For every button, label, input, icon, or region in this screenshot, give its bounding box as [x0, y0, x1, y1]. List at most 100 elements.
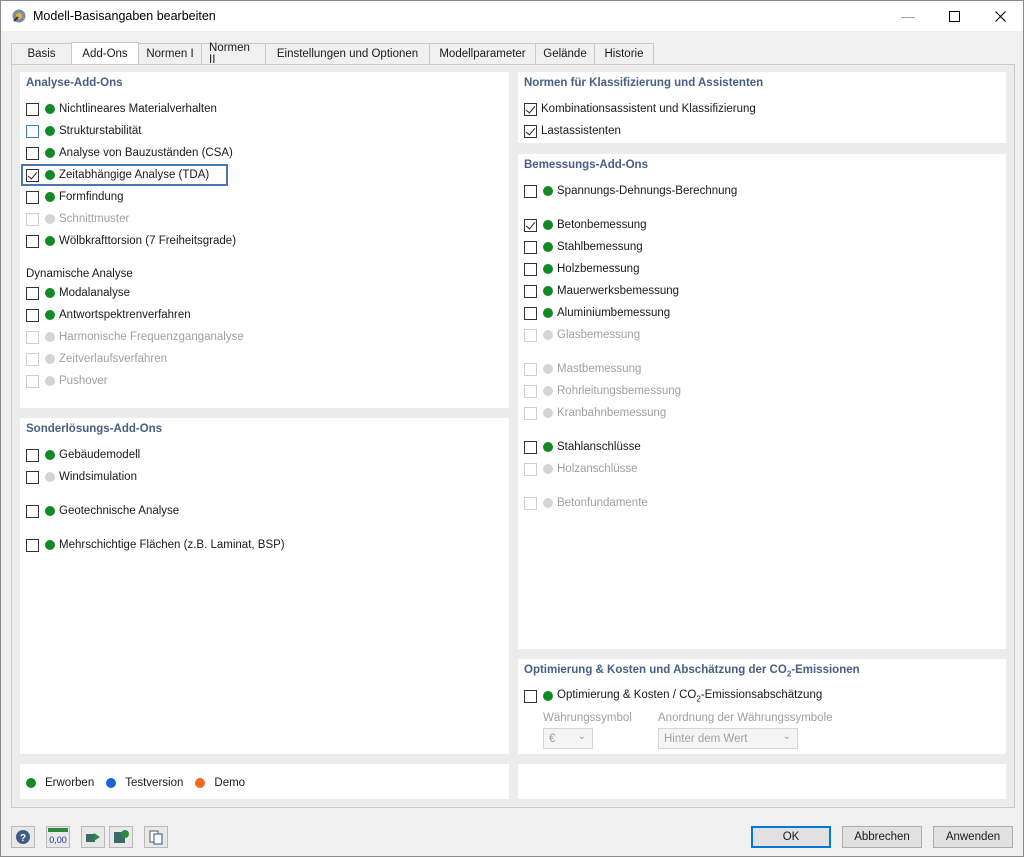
- addon-structural-stability[interactable]: Strukturstabilität: [26, 122, 141, 140]
- tab-panel-add-ons: Analyse-Add-Ons Nichtlineares Materialve…: [11, 64, 1015, 808]
- design-addons-panel: Bemessungs-Add-Ons Spannungs-Dehnungs-Be…: [518, 154, 1006, 649]
- norm-load-wizards[interactable]: Lastassistenten: [524, 122, 621, 140]
- addon-wind-simulation[interactable]: Windsimulation: [26, 468, 137, 486]
- status-dot: [45, 450, 55, 460]
- tab-modellparameter[interactable]: Modellparameter: [429, 43, 536, 64]
- checkbox[interactable]: [26, 504, 39, 518]
- status-dot: [543, 442, 553, 452]
- apply-button[interactable]: Anwenden: [933, 826, 1013, 848]
- addon-construction-stages[interactable]: Analyse von Bauzuständen (CSA): [26, 144, 233, 162]
- addon-timber-design[interactable]: Holzbemessung: [524, 260, 639, 278]
- addon-steel-joints[interactable]: Stahlanschlüsse: [524, 438, 641, 456]
- checkbox[interactable]: [26, 470, 39, 484]
- addon-concrete-design[interactable]: Betonbemessung: [524, 216, 647, 234]
- addon-crane-runway-design: Kranbahnbemessung: [524, 404, 666, 422]
- checkbox[interactable]: [524, 262, 537, 276]
- model-settings-icon[interactable]: [109, 826, 133, 848]
- checkbox[interactable]: [26, 168, 39, 182]
- addon-response-spectrum[interactable]: Antwortspektrenverfahren: [26, 306, 191, 324]
- checkbox[interactable]: [26, 124, 39, 138]
- status-dot: [543, 364, 553, 374]
- special-addons-panel: Sonderlösungs-Add-Ons Gebäudemodell Wind…: [20, 418, 509, 754]
- panel-title: Normen für Klassifizierung und Assistent…: [524, 77, 764, 89]
- status-dot: [45, 506, 55, 516]
- addon-geotechnical-analysis[interactable]: Geotechnische Analyse: [26, 502, 179, 520]
- cancel-button[interactable]: Abbrechen: [842, 826, 922, 848]
- checkbox[interactable]: [26, 286, 39, 300]
- status-dot: [543, 242, 553, 252]
- addon-torsional-warping[interactable]: Wölbkrafttorsion (7 Freiheitsgrade): [26, 232, 236, 250]
- chevron-down-icon: ⌄: [782, 731, 791, 742]
- checkbox: [26, 330, 39, 344]
- minimize-icon[interactable]: —: [885, 1, 931, 31]
- checkbox[interactable]: [26, 538, 39, 552]
- tab-bar: Basis Add-Ons Normen I Normen II Einstel…: [11, 42, 654, 66]
- checkbox[interactable]: [26, 102, 39, 116]
- svg-text:0,00: 0,00: [49, 835, 67, 845]
- status-dot: [45, 540, 55, 550]
- currency-arrangement-select: Hinter dem Wert ⌄: [658, 728, 798, 749]
- checkbox[interactable]: [524, 306, 537, 320]
- checkbox[interactable]: [524, 689, 537, 703]
- checkbox[interactable]: [26, 448, 39, 462]
- addon-harmonic-response: Harmonische Frequenzganganalyse: [26, 328, 244, 346]
- units-icon[interactable]: 0,00: [46, 826, 70, 848]
- tab-historie[interactable]: Historie: [594, 43, 654, 64]
- addon-nonlinear-material[interactable]: Nichtlineares Materialverhalten: [26, 100, 217, 118]
- panel-title: Optimierung & Kosten und Abschätzung der…: [524, 664, 860, 679]
- addon-masonry-design[interactable]: Mauerwerksbemessung: [524, 282, 679, 300]
- tab-einstellungen[interactable]: Einstellungen und Optionen: [265, 43, 430, 64]
- status-dot: [45, 148, 55, 158]
- checkbox[interactable]: [524, 184, 537, 198]
- status-dot: [45, 354, 55, 364]
- help-icon[interactable]: ?: [11, 826, 35, 848]
- status-dot: [543, 386, 553, 396]
- addon-time-history: Zeitverlaufsverfahren: [26, 350, 167, 368]
- legend-label: Demo: [214, 777, 246, 789]
- addon-aluminum-design[interactable]: Aluminiumbemessung: [524, 304, 670, 322]
- close-icon[interactable]: [977, 1, 1023, 31]
- status-dot: [45, 376, 55, 386]
- addon-time-dependent-analysis[interactable]: Zeitabhängige Analyse (TDA): [26, 166, 209, 184]
- addon-multilayer-surfaces[interactable]: Mehrschichtige Flächen (z.B. Laminat, BS…: [26, 536, 285, 554]
- clipboard-icon[interactable]: [144, 826, 168, 848]
- maximize-icon[interactable]: [931, 1, 977, 31]
- tab-add-ons[interactable]: Add-Ons: [71, 42, 139, 64]
- status-dot: [45, 126, 55, 136]
- norm-combination-wizard[interactable]: Kombinationsassistent und Klassifizierun…: [524, 100, 756, 118]
- addon-building-model[interactable]: Gebäudemodell: [26, 446, 140, 464]
- app-icon: [12, 9, 26, 23]
- panel-title: Bemessungs-Add-Ons: [524, 159, 648, 171]
- addon-steel-design[interactable]: Stahlbemessung: [524, 238, 643, 256]
- checkbox[interactable]: [524, 124, 537, 138]
- checkbox[interactable]: [26, 234, 39, 248]
- addon-tower-design: Mastbemessung: [524, 360, 641, 378]
- addon-form-finding[interactable]: Formfindung: [26, 188, 124, 206]
- ok-button[interactable]: OK: [751, 826, 831, 848]
- checkbox[interactable]: [524, 240, 537, 254]
- model-transfer-icon[interactable]: [81, 826, 105, 848]
- tab-normen-1[interactable]: Normen I: [138, 43, 202, 64]
- status-dot: [45, 214, 55, 224]
- addon-optimization-costs[interactable]: Optimierung & Kosten / CO2-Emissionsabsc…: [524, 687, 822, 705]
- checkbox[interactable]: [26, 146, 39, 160]
- tab-gelaende[interactable]: Gelände: [535, 43, 595, 64]
- tab-basis[interactable]: Basis: [11, 43, 72, 64]
- status-dot: [543, 330, 553, 340]
- checkbox[interactable]: [26, 308, 39, 322]
- checkbox[interactable]: [524, 218, 537, 232]
- checkbox[interactable]: [524, 102, 537, 116]
- checkbox: [524, 496, 537, 510]
- checkbox[interactable]: [524, 284, 537, 298]
- checkbox[interactable]: [524, 440, 537, 454]
- addon-stress-strain[interactable]: Spannungs-Dehnungs-Berechnung: [524, 182, 737, 200]
- status-dot: [543, 498, 553, 508]
- addon-glass-design: Glasbemessung: [524, 326, 640, 344]
- addon-timber-joints: Holzanschlüsse: [524, 460, 638, 478]
- addon-modal-analysis[interactable]: Modalanalyse: [26, 284, 130, 302]
- dynamic-analysis-heading: Dynamische Analyse: [26, 268, 133, 280]
- status-dot: [45, 288, 55, 298]
- checkbox: [524, 328, 537, 342]
- checkbox[interactable]: [26, 190, 39, 204]
- tab-normen-2[interactable]: Normen II: [201, 42, 266, 66]
